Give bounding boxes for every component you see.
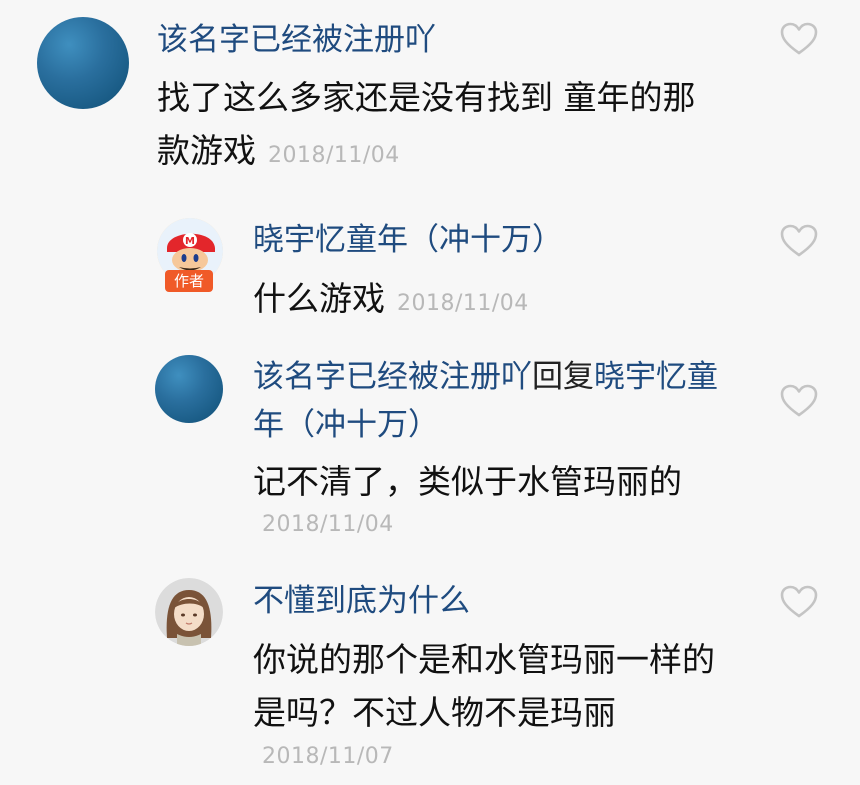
heart-outline-icon[interactable] [780, 22, 818, 56]
comment-text-line2: 是吗？不过人物不是玛丽 [253, 693, 616, 732]
comment-username[interactable]: 该名字已经被注册吖 [253, 359, 532, 395]
comment-text: 什么游戏 [253, 279, 385, 318]
comment-username[interactable]: 晓宇忆童年（冲十万） [253, 218, 563, 262]
comment-text: 你说的那个是和水管玛丽一样的 [253, 640, 715, 679]
comment-text: 记不清了，类似于水管玛丽的 [253, 462, 682, 501]
heart-outline-icon[interactable] [780, 224, 818, 258]
heart-outline-icon[interactable] [780, 585, 818, 619]
comment-date: 2018/11/04 [397, 291, 529, 316]
girl-cartoon-icon[interactable] [155, 578, 223, 646]
comment-date: 2018/11/04 [262, 512, 394, 537]
reply-target[interactable]: 晓宇忆童 [594, 359, 718, 395]
comment-username-line1: 该名字已经被注册吖回复晓宇忆童 [253, 355, 718, 399]
comment-date: 2018/11/07 [262, 744, 394, 769]
comment-username[interactable]: 该名字已经被注册吖 [157, 18, 436, 62]
comment-text-continuation: 款游戏 [157, 131, 256, 170]
comment-username[interactable]: 不懂到底为什么 [253, 579, 470, 623]
reply-target-continuation[interactable]: 年（冲十万） [253, 403, 439, 447]
user-avatar[interactable] [155, 355, 223, 423]
svg-text:M: M [185, 236, 195, 247]
reply-word: 回复 [532, 359, 594, 395]
heart-outline-icon[interactable] [780, 384, 818, 418]
user-avatar[interactable] [37, 17, 129, 109]
comment-text: 找了这么多家还是没有找到 童年的那 [157, 78, 696, 117]
author-badge: 作者 [165, 270, 213, 292]
comment-text-line2: 款游戏 2018/11/04 [157, 127, 400, 180]
comment-date: 2018/11/04 [268, 143, 400, 168]
comment-text-row: 什么游戏 2018/11/04 [253, 275, 529, 328]
